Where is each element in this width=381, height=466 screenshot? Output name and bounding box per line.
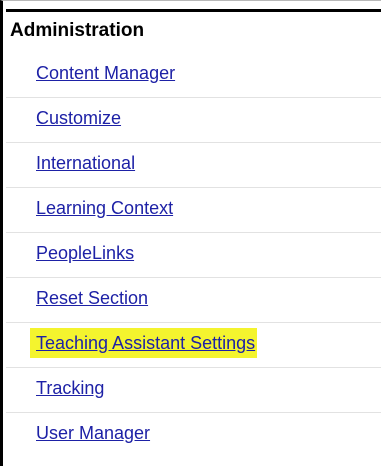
menu-item-user-manager: User Manager [6,413,381,458]
menu-item-tracking: Tracking [6,368,381,413]
peoplelinks-link[interactable]: PeopleLinks [36,242,134,264]
menu-item-peoplelinks: PeopleLinks [6,233,381,278]
reset-section-link[interactable]: Reset Section [36,287,148,309]
administration-panel: Administration Content Manager Customize… [0,0,381,466]
administration-header: Administration [6,9,381,41]
menu-item-customize: Customize [6,98,381,143]
section-title: Administration [10,20,145,41]
international-link[interactable]: International [36,152,135,174]
menu-item-learning-context: Learning Context [6,188,381,233]
user-manager-link[interactable]: User Manager [36,422,150,444]
tracking-link[interactable]: Tracking [36,377,104,399]
administration-menu: Content Manager Customize International … [6,53,381,458]
menu-item-reset-section: Reset Section [6,278,381,323]
menu-item-teaching-assistant-settings: Teaching Assistant Settings [6,323,381,368]
learning-context-link[interactable]: Learning Context [36,197,173,219]
content-manager-link[interactable]: Content Manager [36,62,175,84]
teaching-assistant-settings-link[interactable]: Teaching Assistant Settings [36,332,256,354]
customize-link[interactable]: Customize [36,107,121,129]
menu-item-content-manager: Content Manager [6,53,381,98]
menu-item-international: International [6,143,381,188]
